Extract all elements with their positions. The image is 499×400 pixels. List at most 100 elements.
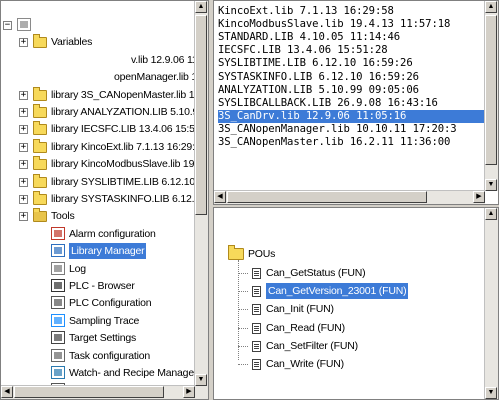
tree-connector bbox=[238, 327, 248, 329]
tree-item[interactable]: + library 3S_CANopenMaster.lib 16.2 bbox=[1, 86, 208, 103]
tree-connector bbox=[238, 291, 248, 293]
tree-item[interactable]: Watch- and Recipe Manager bbox=[1, 365, 197, 381]
task-configuration-icon bbox=[51, 348, 65, 362]
tree-item[interactable]: + library SYSLIBTIME.LIB 6.12.10 bbox=[1, 173, 197, 190]
tree-item[interactable]: Task configuration bbox=[1, 348, 197, 364]
tree-item-label: Alarm configuration bbox=[69, 227, 156, 240]
tools-folder-icon bbox=[33, 208, 47, 223]
pou-pane[interactable]: POUs Can_GetStatus (FUN) Can_GetVersion_2… bbox=[213, 207, 499, 400]
tree-item[interactable]: PLC Configuration bbox=[1, 295, 197, 311]
tree-item-label: Tools bbox=[51, 210, 75, 223]
hscroll-thumb[interactable] bbox=[14, 386, 164, 398]
tree-item[interactable]: + library KincoModbusSlave.lib 19.4 bbox=[1, 156, 203, 172]
expand-icon[interactable]: + bbox=[19, 160, 28, 170]
pou-vertical-scrollbar[interactable]: ▲ ▼ bbox=[484, 208, 498, 399]
tree-item-label: Variables bbox=[51, 36, 93, 49]
pou-item[interactable]: Can_Read (FUN) bbox=[214, 320, 484, 336]
pou-item[interactable]: Can_Write (FUN) bbox=[214, 356, 484, 372]
scroll-up-button[interactable]: ▲ bbox=[485, 1, 497, 13]
library-list-item[interactable]: STANDARD.LIB 4.10.05 11:14:46 bbox=[218, 31, 400, 44]
expand-icon[interactable]: + bbox=[19, 177, 28, 187]
library-list-item[interactable]: 3S_CANopenManager.lib 10.10.11 17:20:3 bbox=[218, 123, 457, 136]
left-vertical-scrollbar[interactable]: ▲ ▼ bbox=[194, 1, 208, 399]
scroll-right-button[interactable]: ▶ bbox=[183, 386, 195, 398]
pou-item[interactable]: Can_GetVersion_23001 (FUN) bbox=[214, 283, 484, 300]
scroll-left-button[interactable]: ◀ bbox=[214, 191, 226, 203]
target-settings-icon bbox=[51, 331, 65, 345]
tree-item[interactable]: openManager.lib 16. bbox=[1, 69, 206, 85]
function-icon bbox=[252, 286, 261, 298]
function-icon bbox=[252, 268, 261, 279]
tree-item[interactable]: Alarm configuration bbox=[1, 226, 197, 242]
expand-icon[interactable]: + bbox=[19, 108, 28, 117]
tree-item[interactable]: + library SYSTASKINFO.LIB 6.12.10 bbox=[1, 191, 206, 207]
expand-icon[interactable]: + bbox=[19, 125, 28, 135]
tree-item-label: Sampling Trace bbox=[69, 314, 140, 327]
resources-icon bbox=[17, 18, 31, 31]
library-horizontal-scrollbar[interactable]: ◀ ▶ bbox=[214, 190, 485, 204]
left-horizontal-scrollbar[interactable]: ◀ ▶ bbox=[1, 385, 195, 399]
function-icon bbox=[252, 322, 261, 334]
library-vertical-scrollbar[interactable]: ▲ ▼ bbox=[484, 1, 498, 191]
tree-item[interactable]: Sampling Trace bbox=[1, 313, 197, 329]
hscroll-thumb[interactable] bbox=[227, 191, 427, 203]
tree-item-label: Log bbox=[69, 262, 86, 275]
scroll-left-button[interactable]: ◀ bbox=[1, 386, 13, 398]
expand-icon[interactable]: + bbox=[19, 142, 28, 152]
expand-icon[interactable]: + bbox=[19, 90, 28, 100]
tree-item-label: Library Manager bbox=[69, 243, 147, 260]
expand-icon[interactable]: + bbox=[19, 38, 28, 48]
scroll-down-button[interactable]: ▼ bbox=[195, 374, 207, 386]
library-list-item[interactable]: SYSTASKINFO.LIB 6.12.10 16:59:26 bbox=[218, 71, 419, 84]
library-manager-icon bbox=[51, 244, 65, 258]
tree-item[interactable]: PLC - Browser bbox=[1, 278, 197, 294]
pou-item-label: Can_Write (FUN) bbox=[266, 358, 344, 370]
tree-item[interactable]: Library Manager bbox=[1, 243, 197, 260]
library-list-item[interactable]: 3S_CANopenMaster.lib 16.2.11 11:36:00 bbox=[218, 136, 450, 149]
tree-item-label: library 3S_CANopenMaster.lib 16.2 bbox=[51, 88, 209, 101]
library-list-item[interactable]: SYSLIBTIME.LIB 6.12.10 16:59:26 bbox=[218, 57, 413, 70]
pou-item[interactable]: Can_Init (FUN) bbox=[214, 301, 484, 317]
tree-item[interactable]: Target Settings bbox=[1, 330, 197, 346]
scroll-thumb[interactable] bbox=[195, 15, 207, 215]
collapse-icon[interactable]: − bbox=[3, 21, 12, 30]
scroll-up-button[interactable]: ▲ bbox=[195, 1, 207, 13]
pou-item[interactable]: Can_GetStatus (FUN) bbox=[214, 265, 484, 281]
tree-item[interactable]: + Variables bbox=[1, 34, 197, 50]
tree-overlay bbox=[35, 1, 208, 30]
pou-item-label: Can_GetStatus (FUN) bbox=[266, 267, 366, 279]
library-list-item[interactable]: SYSLIBCALLBACK.LIB 26.9.08 16:43:16 bbox=[218, 97, 438, 110]
pou-item-label: Can_GetVersion_23001 (FUN) bbox=[266, 283, 409, 300]
pou-item-label: Can_Read (FUN) bbox=[266, 321, 345, 334]
function-icon bbox=[252, 359, 261, 370]
library-list-item[interactable]: KincoExt.lib 7.1.13 16:29:58 bbox=[218, 5, 394, 18]
scroll-up-button[interactable]: ▲ bbox=[485, 208, 497, 220]
scroll-down-button[interactable]: ▼ bbox=[485, 179, 497, 191]
tree-item[interactable]: v.lib 12.9.06 11:0 bbox=[1, 52, 206, 68]
expand-icon[interactable]: + bbox=[19, 195, 28, 204]
tree-item-label: library IECSFC.LIB 13.4.06 15:51:3 bbox=[51, 123, 209, 136]
library-list-item[interactable]: 3S_CanDrv.lib 12.9.06 11:05:16 bbox=[218, 109, 486, 123]
tree-item[interactable]: + Tools bbox=[1, 208, 197, 224]
library-list-item[interactable]: IECSFC.LIB 13.4.06 15:51:28 bbox=[218, 44, 388, 57]
scroll-thumb[interactable] bbox=[485, 15, 497, 165]
tree-item[interactable]: + library ANALYZATION.LIB 5.10.99 bbox=[1, 104, 204, 120]
library-list-item[interactable]: ANALYZATION.LIB 5.10.99 09:05:06 bbox=[218, 84, 419, 97]
pou-item[interactable]: Can_SetFilter (FUN) bbox=[214, 338, 484, 354]
scroll-right-button[interactable]: ▶ bbox=[473, 191, 485, 203]
library-list-item[interactable]: KincoModbusSlave.lib 19.4.13 11:57:18 bbox=[218, 18, 450, 31]
function-icon bbox=[252, 304, 261, 316]
folder-icon bbox=[33, 156, 47, 171]
library-list-pane[interactable]: KincoExt.lib 7.1.13 16:29:58 KincoModbusS… bbox=[213, 0, 499, 205]
resources-tree-pane[interactable]: −Reso+Variablesv.lib 12.9.06 11:0openMan… bbox=[0, 0, 209, 400]
tree-item-label: Watch- and Recipe Manager bbox=[69, 367, 198, 379]
tree-item-label: library KincoModbusSlave.lib 19.4 bbox=[51, 158, 203, 171]
watch-recipe-icon bbox=[51, 366, 65, 379]
scroll-down-button[interactable]: ▼ bbox=[485, 387, 497, 399]
tree-item[interactable]: Log bbox=[1, 261, 197, 277]
expand-icon[interactable]: + bbox=[19, 212, 28, 222]
tree-item[interactable]: + library KincoExt.lib 7.1.13 16:29:58 bbox=[1, 138, 206, 155]
tree-connector bbox=[238, 345, 248, 347]
tree-item[interactable]: + library IECSFC.LIB 13.4.06 15:51:3 bbox=[1, 121, 208, 137]
plc-browser-icon bbox=[51, 279, 65, 292]
